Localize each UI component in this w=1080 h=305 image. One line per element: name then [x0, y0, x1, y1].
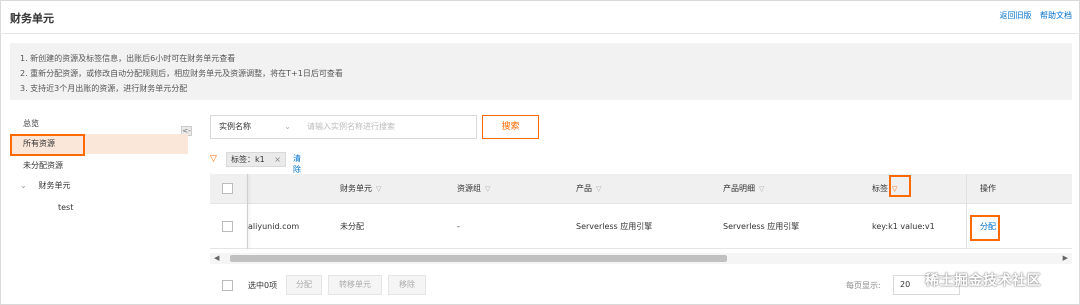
highlight-box	[10, 134, 85, 156]
sidebar: 总览 所有资源 未分配资源 ⌄ 财务单元 test	[10, 112, 190, 302]
page-header: 财务单元 返回旧版 帮助文档	[0, 0, 1080, 34]
header-links: 返回旧版 帮助文档	[993, 10, 1072, 21]
row-checkbox-cell	[222, 204, 233, 248]
sidebar-item-label: 总览	[23, 119, 39, 128]
select-all-checkbox-cell	[222, 174, 233, 203]
search-field-select[interactable]: 实例名称 ⌄	[210, 115, 300, 139]
selected-count: 选中0项	[248, 280, 278, 290]
per-page-label: 每页显示:	[846, 280, 881, 290]
scroll-left-icon[interactable]: ◀	[214, 254, 219, 262]
allocate-button[interactable]: 分配	[286, 275, 322, 295]
notice-line: 1. 新创建的资源及标签信息，出账后6小时可在财务单元查看	[20, 54, 236, 63]
remove-button[interactable]: 移除	[388, 275, 426, 295]
column-header-label: 标签	[872, 184, 888, 193]
highlight-box	[889, 175, 911, 197]
column-header-action: 操作	[980, 174, 996, 203]
sidebar-item-unallocated[interactable]: 未分配资源	[10, 156, 188, 176]
horizontal-scrollbar[interactable]: ◀ ▶	[210, 253, 1072, 264]
chevron-down-icon[interactable]: ⌄	[20, 176, 32, 196]
filter-icon: ▽	[210, 154, 217, 164]
sidebar-item-overview[interactable]: 总览	[10, 114, 188, 134]
close-icon[interactable]: ×	[274, 153, 281, 166]
highlight-box	[970, 215, 1000, 241]
chevron-down-icon: ⌄	[284, 122, 291, 131]
row-checkbox[interactable]	[222, 220, 233, 232]
fixed-column-divider	[247, 174, 248, 249]
help-docs-link[interactable]: 帮助文档	[1040, 11, 1072, 20]
column-header-resource-group: 资源组 ▽	[457, 174, 490, 203]
footer-checkbox-cell	[222, 272, 233, 298]
column-header-product-detail: 产品明细 ▽	[723, 174, 764, 203]
search-button[interactable]: 搜索	[482, 115, 539, 139]
fixed-column-divider	[966, 174, 967, 249]
notice-line: 3. 支持近3个月出账的资源，进行财务单元分配	[20, 84, 188, 93]
cell-resource-id: aliyunid.com	[248, 221, 300, 231]
back-to-old-version-link[interactable]: 返回旧版	[999, 11, 1031, 20]
filter-icon[interactable]: ▽	[759, 185, 764, 193]
watermark: 稀土掘金技术社区	[925, 273, 1041, 289]
select-all-checkbox[interactable]	[222, 183, 233, 194]
sidebar-item-label: test	[58, 203, 74, 212]
cell-product: Serverless 应用引擎	[576, 221, 653, 231]
select-value: 实例名称	[219, 122, 251, 131]
page-title: 财务单元	[10, 12, 54, 25]
cell-product-detail: Serverless 应用引擎	[723, 221, 800, 231]
select-all-checkbox[interactable]	[222, 279, 233, 291]
table-row: aliyunid.com 未分配 - Serverless 应用引擎 Serve…	[210, 204, 1072, 249]
page-size-value: 20	[900, 280, 911, 289]
cell-finance-unit: 未分配	[340, 221, 364, 231]
column-header-label: 产品	[576, 184, 592, 193]
scroll-right-icon[interactable]: ▶	[1063, 254, 1068, 262]
scrollbar-thumb[interactable]	[230, 255, 727, 262]
filter-icon[interactable]: ▽	[376, 185, 381, 193]
table-header: 财务单元 ▽ 资源组 ▽ 产品 ▽ 产品明细 ▽ 标签 ▽ 操作	[210, 174, 1072, 204]
notice-line: 2. 重新分配资源，或修改自动分配规则后，相应财务单元及资源调整，将在T+1日后…	[20, 69, 343, 78]
filter-tag: 标签：k1 ×	[226, 152, 286, 167]
sidebar-item-label: 未分配资源	[23, 161, 63, 170]
column-header-label: 资源组	[457, 184, 481, 193]
column-header-label: 财务单元	[340, 184, 372, 193]
filter-icon[interactable]: ▽	[485, 185, 490, 193]
filter-tag-label: 标签：k1	[231, 155, 265, 164]
transfer-unit-button[interactable]: 转移单元	[328, 275, 382, 295]
search-input[interactable]: 请输入实例名称进行搜索	[299, 115, 477, 139]
notice-box: 1. 新创建的资源及标签信息，出账后6小时可在财务单元查看 2. 重新分配资源，…	[10, 43, 1072, 100]
column-header-label: 操作	[980, 184, 996, 193]
resource-table: 财务单元 ▽ 资源组 ▽ 产品 ▽ 产品明细 ▽ 标签 ▽ 操作 aliyunid.c	[210, 174, 1072, 259]
cell-tag: key:k1 value:v1	[872, 221, 935, 231]
filter-icon[interactable]: ▽	[596, 185, 601, 193]
cell-resource-group: -	[457, 221, 460, 231]
clear-filter-link[interactable]: 清除	[293, 153, 301, 175]
sidebar-item-test[interactable]: test	[10, 198, 188, 218]
column-header-product: 产品 ▽	[576, 174, 601, 203]
column-header-label: 产品明细	[723, 184, 755, 193]
sidebar-item-label: 财务单元	[38, 181, 71, 190]
sidebar-item-finance-units[interactable]: ⌄ 财务单元	[10, 176, 188, 196]
column-header-finance-unit: 财务单元 ▽	[340, 174, 381, 203]
